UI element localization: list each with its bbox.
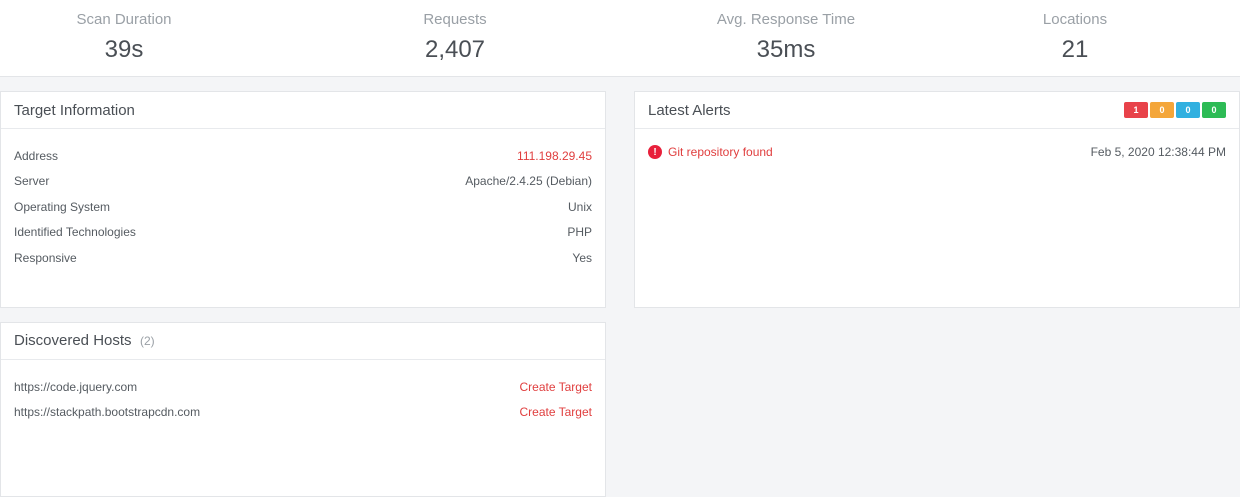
target-info-list: Address 111.198.29.45 Server Apache/2.4.… bbox=[1, 129, 605, 271]
panel-header: Latest Alerts 1 0 0 0 bbox=[635, 92, 1239, 129]
hosts-list: https://code.jquery.com Create Target ht… bbox=[1, 360, 605, 425]
create-target-link[interactable]: Create Target bbox=[520, 380, 593, 394]
alert-timestamp: Feb 5, 2020 12:38:44 PM bbox=[1090, 145, 1226, 159]
info-label: Address bbox=[14, 148, 59, 163]
stat-label: Scan Duration bbox=[76, 11, 172, 28]
address-value[interactable]: 111.198.29.45 bbox=[517, 149, 592, 163]
panel-header: Target Information bbox=[1, 92, 605, 129]
operating-system-value: Unix bbox=[567, 199, 592, 214]
info-row-responsive: Responsive Yes bbox=[14, 245, 592, 271]
stat-label: Locations bbox=[1042, 11, 1108, 28]
stat-value: 35ms bbox=[756, 36, 816, 63]
latest-alerts-panel: Latest Alerts 1 0 0 0 ! Git repository f… bbox=[634, 91, 1240, 308]
stat-value: 21 bbox=[1061, 36, 1089, 63]
stat-label: Requests bbox=[423, 11, 487, 28]
panel-title: Latest Alerts bbox=[648, 101, 731, 119]
info-row-server: Server Apache/2.4.25 (Debian) bbox=[14, 169, 592, 195]
high-severity-badge[interactable]: 1 bbox=[1124, 102, 1148, 118]
panel-title: Target Information bbox=[14, 101, 135, 119]
low-severity-badge[interactable]: 0 bbox=[1176, 102, 1200, 118]
host-url: https://code.jquery.com bbox=[14, 379, 138, 394]
target-information-panel: Target Information Address 111.198.29.45… bbox=[0, 91, 606, 308]
info-severity-badge[interactable]: 0 bbox=[1202, 102, 1226, 118]
create-target-link[interactable]: Create Target bbox=[520, 405, 593, 419]
info-label: Identified Technologies bbox=[14, 225, 136, 240]
discovered-hosts-panel: Discovered Hosts (2) https://code.jquery… bbox=[0, 322, 606, 497]
host-row: https://stackpath.bootstrapcdn.com Creat… bbox=[14, 400, 592, 426]
host-row: https://code.jquery.com Create Target bbox=[14, 374, 592, 400]
responsive-value: Yes bbox=[572, 250, 592, 265]
stat-label: Avg. Response Time bbox=[716, 11, 856, 28]
technologies-value: PHP bbox=[567, 225, 592, 240]
panel-title-group: Discovered Hosts (2) bbox=[14, 332, 155, 350]
exclamation-circle-icon: ! bbox=[648, 145, 662, 159]
hosts-count: (2) bbox=[140, 334, 155, 348]
alert-item: ! Git repository found Feb 5, 2020 12:38… bbox=[648, 145, 1226, 159]
stats-bar: Scan Duration 39s Requests 2,407 Avg. Re… bbox=[0, 0, 1240, 77]
host-url: https://stackpath.bootstrapcdn.com bbox=[14, 405, 201, 420]
info-row-address: Address 111.198.29.45 bbox=[14, 143, 592, 169]
stat-locations: Locations 21 bbox=[910, 0, 1240, 76]
stat-avg-response-time: Avg. Response Time 35ms bbox=[662, 0, 910, 76]
alert-name[interactable]: Git repository found bbox=[668, 145, 773, 159]
info-row-operating-system: Operating System Unix bbox=[14, 194, 592, 220]
info-label: Operating System bbox=[14, 199, 111, 214]
info-row-identified-technologies: Identified Technologies PHP bbox=[14, 220, 592, 246]
info-label: Responsive bbox=[14, 250, 77, 265]
stat-requests: Requests 2,407 bbox=[248, 0, 662, 76]
stat-value: 2,407 bbox=[424, 36, 486, 63]
medium-severity-badge[interactable]: 0 bbox=[1150, 102, 1174, 118]
panel-title: Discovered Hosts bbox=[14, 332, 132, 349]
server-value: Apache/2.4.25 (Debian) bbox=[465, 174, 592, 189]
info-label: Server bbox=[14, 174, 50, 189]
alert-severity-badges: 1 0 0 0 bbox=[1124, 102, 1226, 118]
stat-scan-duration: Scan Duration 39s bbox=[0, 0, 248, 76]
stat-value: 39s bbox=[104, 36, 144, 63]
alert-name-group[interactable]: ! Git repository found bbox=[648, 145, 773, 159]
alerts-list: ! Git repository found Feb 5, 2020 12:38… bbox=[635, 129, 1239, 159]
panel-header: Discovered Hosts (2) bbox=[1, 323, 605, 360]
